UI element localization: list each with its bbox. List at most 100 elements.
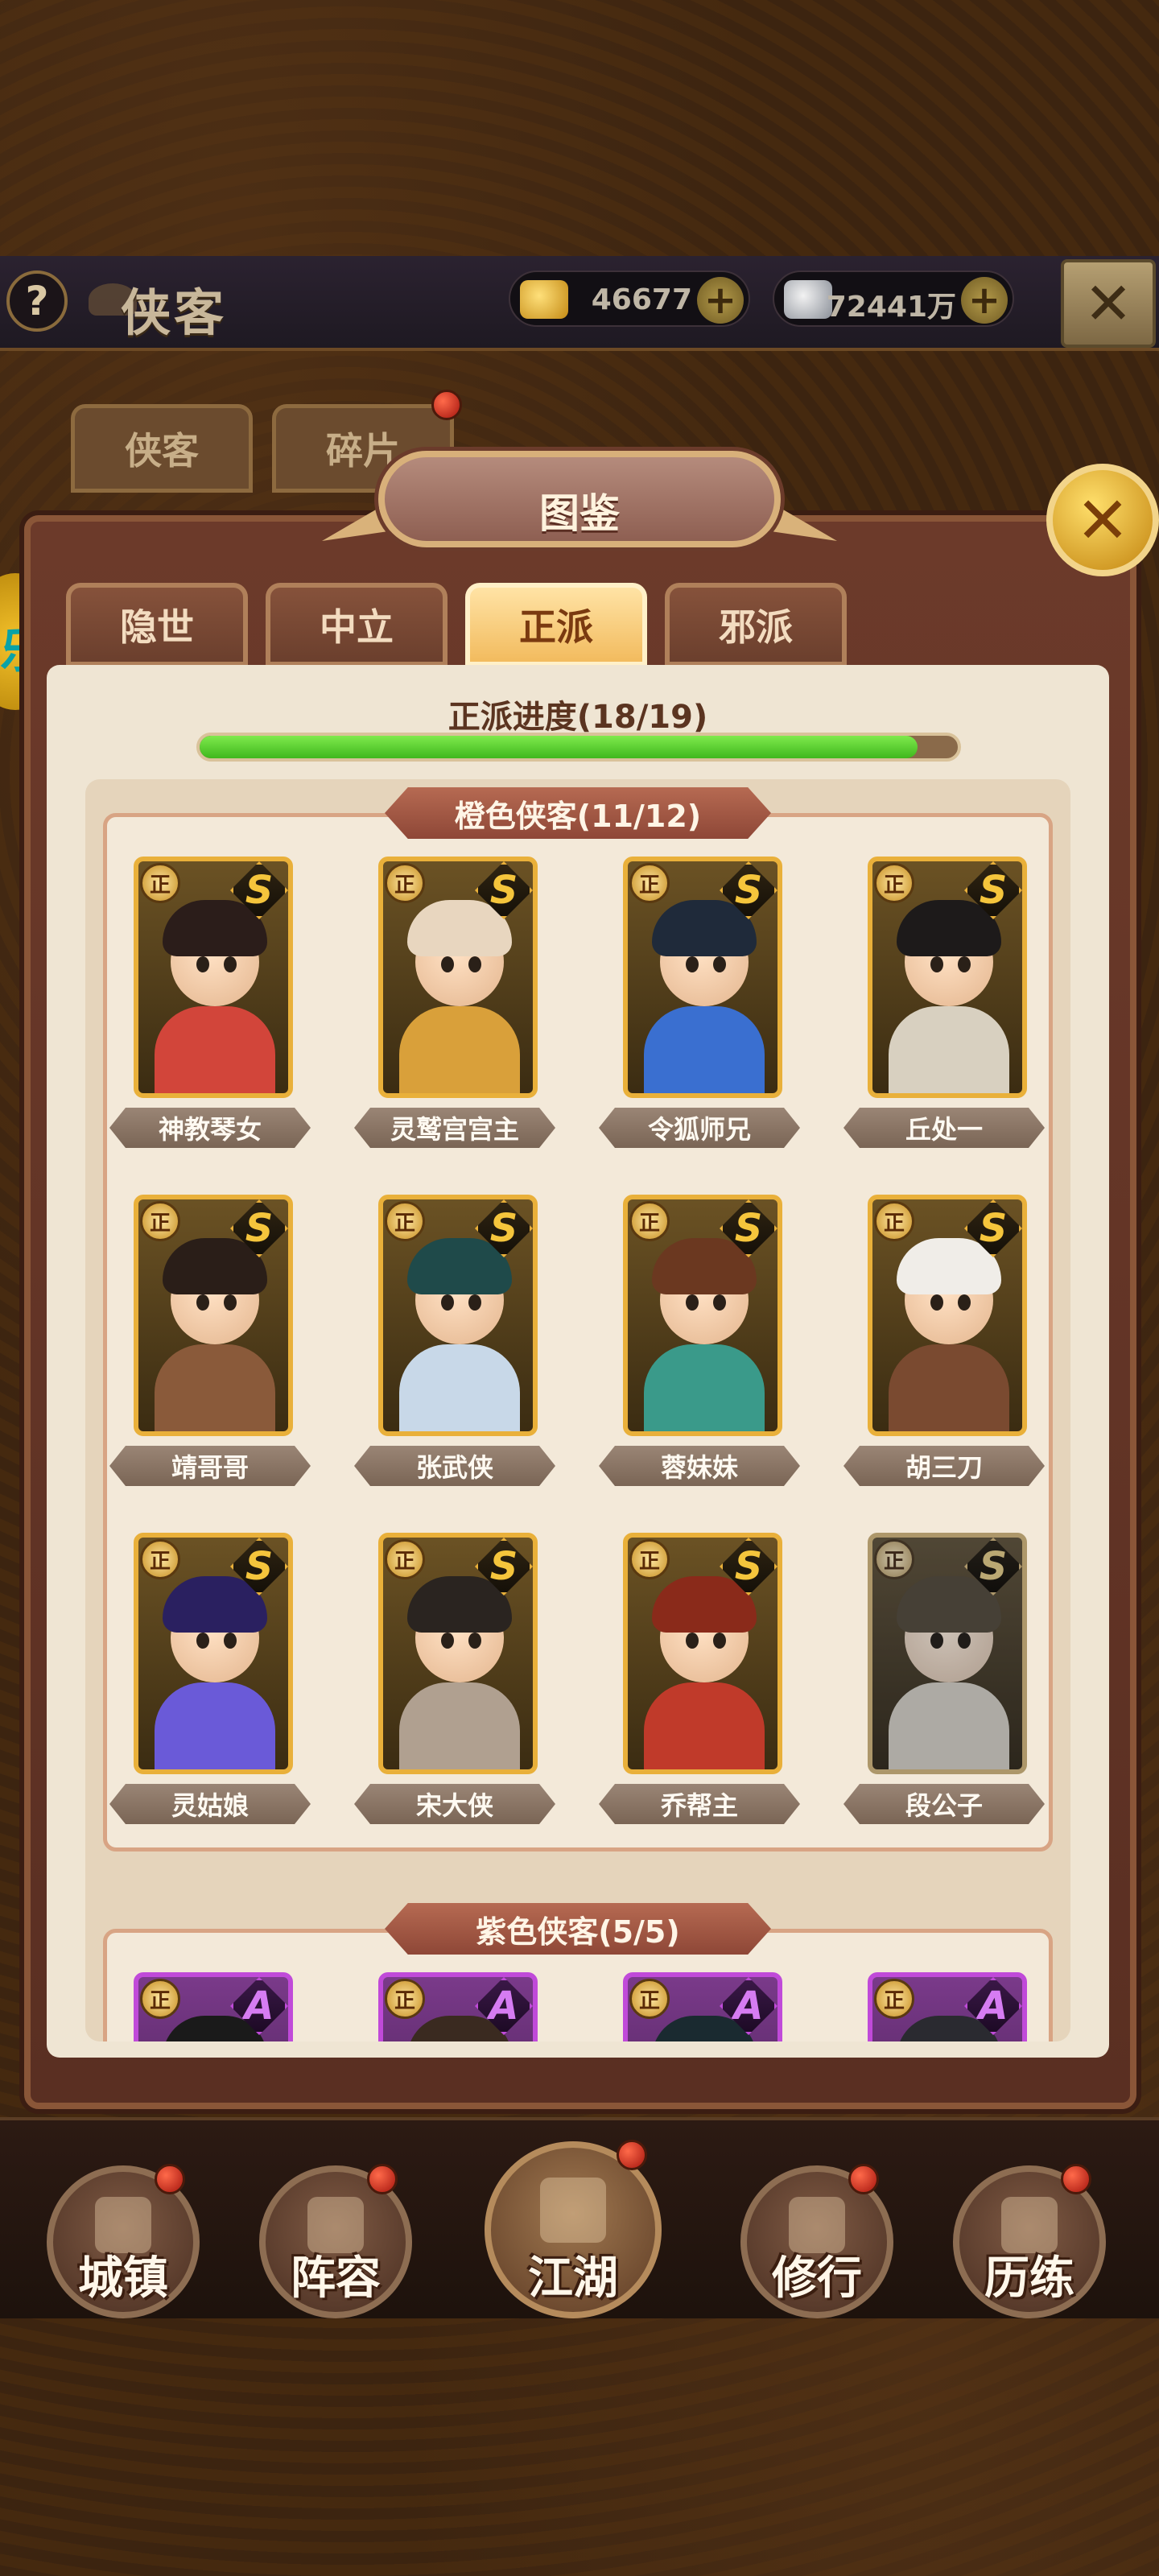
hero-card[interactable]: 正 S 神教琴女 bbox=[109, 857, 311, 1154]
righteous-badge-icon: 正 bbox=[874, 1201, 914, 1241]
faction-tab[interactable]: 邪派 bbox=[665, 583, 847, 667]
hero-eye bbox=[196, 1294, 209, 1311]
hero-eye bbox=[468, 956, 481, 972]
close-icon: ✕ bbox=[1083, 270, 1133, 337]
close-icon: ✕ bbox=[1075, 482, 1130, 558]
righteous-badge-icon: 正 bbox=[629, 1201, 670, 1241]
hero-card[interactable]: 正 S 靖哥哥 bbox=[109, 1195, 311, 1492]
fragments-notification-dot bbox=[431, 390, 462, 420]
faction-tab[interactable]: 正派 bbox=[465, 583, 647, 667]
hero-outfit bbox=[399, 1006, 520, 1093]
header-close-button[interactable]: ✕ bbox=[1061, 259, 1156, 348]
nav-lineup[interactable]: 阵容 bbox=[259, 2164, 412, 2318]
hero-portrait: 正S bbox=[868, 1533, 1027, 1774]
hero-eye bbox=[468, 1633, 481, 1649]
hero-eye bbox=[713, 1633, 726, 1649]
hero-portrait: 正S bbox=[134, 1533, 293, 1774]
hero-card[interactable]: 正 S 灵鹫宫宫主 bbox=[354, 857, 555, 1154]
help-button[interactable]: ? bbox=[6, 270, 68, 332]
righteous-badge-icon: 正 bbox=[140, 1979, 180, 2019]
hero-eye bbox=[930, 1633, 943, 1649]
silver-currency: 72441万 + bbox=[773, 270, 1014, 327]
hero-outfit bbox=[644, 1344, 765, 1431]
faction-tab[interactable]: 隐世 bbox=[66, 583, 248, 667]
faction-progress-label: 正派进度(18/19) bbox=[448, 699, 708, 736]
hero-portrait: 正S bbox=[868, 1195, 1027, 1436]
hero-eye bbox=[224, 956, 237, 972]
hero-portrait: 正S bbox=[623, 1533, 782, 1774]
hero-portrait: 正A bbox=[134, 1972, 293, 2041]
righteous-badge-icon: 正 bbox=[629, 1539, 670, 1579]
hero-name: 蓉妹妹 bbox=[599, 1446, 800, 1486]
hero-card[interactable]: 正 S 张武侠 bbox=[354, 1195, 555, 1492]
hero-card[interactable]: 正 S 胡三刀 bbox=[843, 1195, 1045, 1492]
hero-outfit bbox=[644, 1006, 765, 1093]
hero-name: 胡三刀 bbox=[843, 1446, 1045, 1486]
gold-currency: 46677 + bbox=[509, 270, 750, 327]
section-header: 紫色侠客(5/5) bbox=[385, 1903, 771, 1955]
righteous-badge-icon: 正 bbox=[385, 1979, 425, 2019]
faction-progress-fill bbox=[200, 736, 918, 758]
hero-portrait: 正S bbox=[623, 857, 782, 1098]
nav-label: 江湖 bbox=[528, 2252, 618, 2305]
hero-list[interactable]: 橙色侠客(11/12) 正 S 神教琴女正 S 灵鹫宫宫主正 S 令狐师兄正 S 丘处一正 S 靖哥哥… bbox=[85, 779, 1070, 2041]
righteous-badge-icon: 正 bbox=[629, 863, 670, 903]
section-header: 橙色侠客(11/12) bbox=[385, 787, 771, 839]
hero-card[interactable]: 正 S 乔帮主 bbox=[599, 1533, 800, 1831]
hero-outfit bbox=[155, 1344, 275, 1431]
hero-portrait: 正S bbox=[868, 857, 1027, 1098]
hero-name: 宋大侠 bbox=[354, 1784, 555, 1824]
tab-heroes[interactable]: 侠客 bbox=[71, 404, 253, 493]
add-gold-button[interactable]: + bbox=[697, 277, 744, 324]
righteous-badge-icon: 正 bbox=[140, 863, 180, 903]
hero-portrait: 正S bbox=[378, 1533, 538, 1774]
hero-card[interactable]: 正 S 宋大侠 bbox=[354, 1533, 555, 1831]
hero-eye bbox=[224, 1294, 237, 1311]
jianghu-scroll-icon bbox=[540, 2177, 606, 2244]
hero-card[interactable]: 正 S 段公子 bbox=[843, 1533, 1045, 1831]
nav-training[interactable]: 历练 bbox=[953, 2164, 1106, 2318]
nav-label: 历练 bbox=[984, 2252, 1074, 2305]
righteous-badge-icon: 正 bbox=[874, 1539, 914, 1579]
hero-portrait: 正S bbox=[623, 1195, 782, 1436]
hero-card[interactable]: 正 S 灵姑娘 bbox=[109, 1533, 311, 1831]
hero-card[interactable]: 正 S 令狐师兄 bbox=[599, 857, 800, 1154]
faction-tab[interactable]: 中立 bbox=[266, 583, 448, 667]
hero-eye bbox=[958, 1633, 971, 1649]
hero-portrait: 正S bbox=[378, 857, 538, 1098]
righteous-badge-icon: 正 bbox=[140, 1201, 180, 1241]
hero-eye bbox=[686, 956, 699, 972]
nav-notification-dot bbox=[848, 2164, 879, 2194]
hero-card[interactable]: 正 S 丘处一 bbox=[843, 857, 1045, 1154]
gold-amount: 46677 bbox=[591, 283, 692, 316]
faction-progress-bar bbox=[196, 733, 961, 762]
hero-eye bbox=[441, 1294, 454, 1311]
nav-notification-dot bbox=[617, 2140, 647, 2170]
hero-eye bbox=[468, 1294, 481, 1311]
hero-card[interactable]: 正A bbox=[109, 1972, 311, 2041]
righteous-badge-icon: 正 bbox=[385, 1201, 425, 1241]
hero-name: 乔帮主 bbox=[599, 1784, 800, 1824]
hero-card[interactable]: 正A bbox=[354, 1972, 555, 2041]
dialog-close-button[interactable]: ✕ bbox=[1046, 464, 1159, 576]
nav-cultivate[interactable]: 修行 bbox=[740, 2164, 893, 2318]
hero-name: 靖哥哥 bbox=[109, 1446, 311, 1486]
nav-label: 城镇 bbox=[78, 2252, 168, 2305]
righteous-badge-icon: 正 bbox=[140, 1539, 180, 1579]
hero-portrait: 正S bbox=[378, 1195, 538, 1436]
nav-jianghu-scroll[interactable]: 江湖 bbox=[485, 2140, 662, 2318]
hero-outfit bbox=[155, 1682, 275, 1769]
nav-town[interactable]: 城镇 bbox=[47, 2164, 200, 2318]
silver-amount: 72441万 bbox=[826, 291, 956, 324]
righteous-badge-icon: 正 bbox=[385, 863, 425, 903]
hero-name: 灵姑娘 bbox=[109, 1784, 311, 1824]
hero-card[interactable]: 正A bbox=[843, 1972, 1045, 2041]
hero-outfit bbox=[889, 1682, 1009, 1769]
hero-card[interactable]: 正 S 蓉妹妹 bbox=[599, 1195, 800, 1492]
add-silver-button[interactable]: + bbox=[961, 277, 1008, 324]
hero-portrait: 正A bbox=[623, 1972, 782, 2041]
nav-notification-dot bbox=[1061, 2164, 1091, 2194]
hero-portrait: 正A bbox=[868, 1972, 1027, 2041]
hero-portrait: 正A bbox=[378, 1972, 538, 2041]
hero-card[interactable]: 正A bbox=[599, 1972, 800, 2041]
